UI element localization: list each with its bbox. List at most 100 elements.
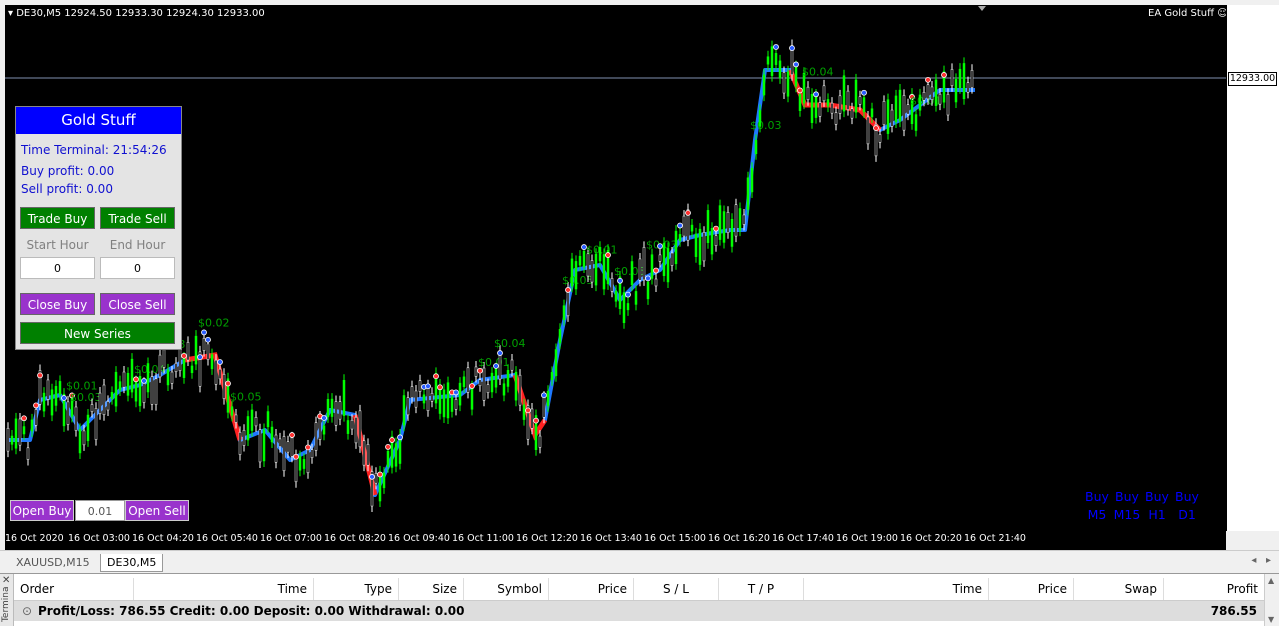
price-chart: $0.01$0.03$0.04$0.03$0.02$0.05$0.01$0.04… xyxy=(5,6,1226,513)
candle-body xyxy=(666,248,670,283)
candle-body xyxy=(346,420,350,434)
candle-body xyxy=(46,379,50,400)
candle-body xyxy=(954,79,958,103)
tab-scroll-arrows[interactable]: ◂ ▸ xyxy=(1251,555,1271,566)
profit-label-mark: $0.04 xyxy=(494,337,526,350)
candle-body xyxy=(782,72,786,94)
candle-body xyxy=(206,343,210,360)
trade-marker xyxy=(33,402,39,409)
candle-body xyxy=(678,234,682,241)
trade-sell-button[interactable]: Trade Sell xyxy=(100,207,175,229)
chart-window[interactable]: $0.01$0.03$0.04$0.03$0.02$0.05$0.01$0.04… xyxy=(0,0,1279,550)
candle-body xyxy=(558,329,562,344)
terminal-scrollbar[interactable]: ▲ ▼ xyxy=(1264,574,1279,626)
candle-body xyxy=(506,370,510,387)
candle-body xyxy=(462,376,466,388)
candle-body xyxy=(182,357,186,378)
column-header[interactable]: Price xyxy=(549,578,634,600)
gold-stuff-panel: Gold Stuff Time Terminal: 21:54:26 Buy p… xyxy=(15,106,182,350)
tab-xauusd-m15[interactable]: XAUUSD,M15 xyxy=(10,554,96,571)
candle-body xyxy=(530,408,534,429)
scroll-up-icon[interactable]: ▲ xyxy=(1268,576,1274,585)
scroll-down-icon[interactable]: ▼ xyxy=(1268,615,1274,624)
candle-body xyxy=(590,260,594,283)
trade-marker xyxy=(21,415,27,422)
candle-body xyxy=(414,390,418,408)
candle-body xyxy=(74,406,78,431)
candle-body xyxy=(302,459,306,469)
candle-body xyxy=(854,79,858,113)
candle-body xyxy=(42,392,46,412)
column-header[interactable]: Symbol xyxy=(464,578,549,600)
candle-body xyxy=(186,342,190,361)
time-tick: 16 Oct 11:00 xyxy=(452,533,514,544)
column-header[interactable]: T / P xyxy=(719,578,804,600)
time-tick: 16 Oct 13:40 xyxy=(580,533,642,544)
trade-marker xyxy=(645,275,651,282)
terminal-side-label: Terminal xyxy=(1,583,11,622)
candle-body xyxy=(126,372,130,396)
candle-body xyxy=(546,390,550,407)
candle-body xyxy=(822,85,826,102)
candle-body xyxy=(194,335,198,365)
column-header[interactable]: Type xyxy=(314,578,399,600)
column-header[interactable]: Profit xyxy=(1164,578,1265,600)
current-price-label: 12933.00 xyxy=(1228,72,1277,86)
candle-body xyxy=(502,383,506,396)
candle-body xyxy=(950,69,954,87)
candle-body xyxy=(838,95,842,114)
candle-body xyxy=(202,338,206,351)
column-header[interactable]: Order xyxy=(14,578,134,600)
candle-body xyxy=(946,94,950,116)
tf-timeframe-label: M5 xyxy=(1087,507,1107,522)
candle-body xyxy=(422,394,426,404)
terminal-close-button[interactable]: ✕ xyxy=(0,574,14,587)
candle-body xyxy=(146,363,150,393)
tab-de30-m5[interactable]: DE30,M5 xyxy=(100,554,164,572)
close-buy-button[interactable]: Close Buy xyxy=(20,293,95,315)
trade-marker xyxy=(813,91,819,98)
start-hour-input[interactable]: 0 xyxy=(20,257,95,279)
candle-body xyxy=(682,215,686,237)
trade-marker xyxy=(305,444,311,451)
candle-body xyxy=(358,410,362,448)
candle-body xyxy=(314,422,318,451)
trade-marker xyxy=(133,376,139,383)
new-series-button[interactable]: New Series xyxy=(20,322,175,344)
close-icon[interactable]: ✕ xyxy=(2,575,10,586)
candle-body xyxy=(162,349,166,368)
open-buy-button[interactable]: Open Buy xyxy=(10,500,74,521)
tf-timeframe-label: D1 xyxy=(1178,507,1196,522)
candle-body xyxy=(778,60,782,79)
trade-buy-button[interactable]: Trade Buy xyxy=(20,207,95,229)
profit-loss-row[interactable]: ⊙ Profit/Loss: 786.55 Credit: 0.00 Depos… xyxy=(14,601,1265,621)
open-sell-button[interactable]: Open Sell xyxy=(125,500,189,521)
candle-body xyxy=(690,224,694,232)
column-header[interactable]: Time xyxy=(134,578,314,600)
candle-body xyxy=(374,473,378,484)
candle-body xyxy=(478,379,482,387)
candle-body xyxy=(34,409,38,426)
column-header[interactable]: Swap xyxy=(1074,578,1164,600)
trade-marker xyxy=(793,61,799,68)
dropdown-triangle-icon[interactable]: ▾ xyxy=(8,8,13,19)
candle-body xyxy=(826,99,830,107)
close-sell-button[interactable]: Close Sell xyxy=(100,293,175,315)
candle-body xyxy=(342,379,346,416)
candle-body xyxy=(14,418,18,449)
price-tick: 12787.50 xyxy=(1233,357,1279,368)
end-hour-input[interactable]: 0 xyxy=(100,257,175,279)
candle-body xyxy=(90,404,94,412)
candle-body xyxy=(270,426,274,443)
lot-size-input[interactable]: 0.01 xyxy=(75,500,125,521)
trade-marker xyxy=(181,352,187,359)
column-header[interactable]: Time xyxy=(804,578,989,600)
trade-marker xyxy=(497,350,503,356)
column-header[interactable]: Size xyxy=(399,578,464,600)
price-tick: 12804.50 xyxy=(1233,324,1279,335)
candle-body xyxy=(266,411,270,428)
chart-tabs: XAUUSD,M15 DE30,M5 ◂ ▸ xyxy=(0,550,1279,573)
candle-body xyxy=(970,70,974,88)
column-header[interactable]: Price xyxy=(989,578,1074,600)
column-header[interactable]: S / L xyxy=(634,578,719,600)
